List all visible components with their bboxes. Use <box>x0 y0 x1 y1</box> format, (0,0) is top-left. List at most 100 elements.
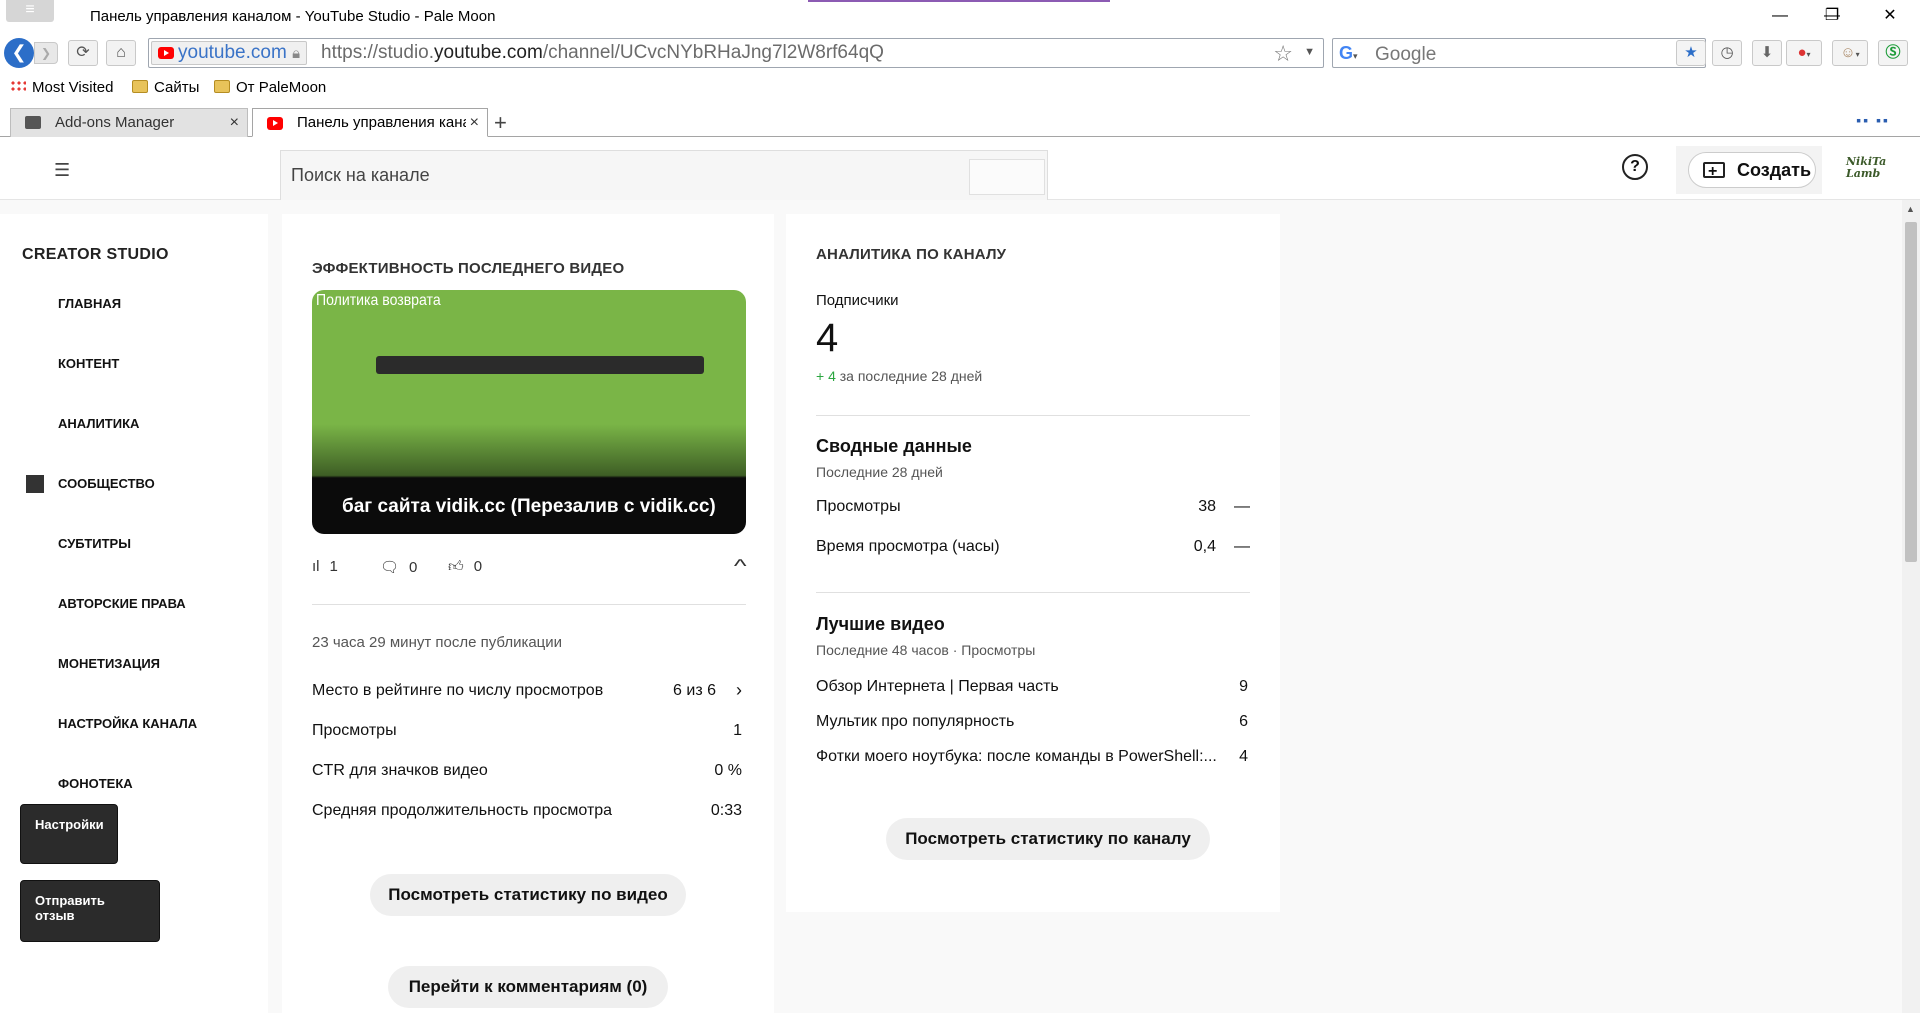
row-label: Просмотры <box>816 498 901 515</box>
google-logo-icon[interactable]: G▾ <box>1339 43 1358 64</box>
reload-icon: ⟳ <box>76 44 90 61</box>
go-to-comments-button[interactable]: Перейти к комментариям (0) <box>388 966 668 1008</box>
bookmark-folder-sites[interactable]: Сайты <box>132 79 199 96</box>
sidebar-item-monetization[interactable]: МОНЕТИЗАЦИЯ <box>58 656 160 671</box>
top-video-row[interactable]: Обзор Интернета | Первая часть 9 <box>816 678 1250 696</box>
bookmark-folder-palemoon[interactable]: От PaleMoon <box>214 79 326 96</box>
last-video-card-title: ЭФФЕКТИВНОСТЬ ПОСЛЕДНЕГО ВИДЕО <box>312 260 625 277</box>
sidebar-item-audio-library[interactable]: ФОНОТЕКА <box>58 776 133 791</box>
top-video-row[interactable]: Фотки моего ноутбука: после команды в Po… <box>816 748 1250 771</box>
forward-button[interactable]: ❯ <box>34 42 58 64</box>
reload-button[interactable]: ⟳ <box>68 40 98 66</box>
video-thumbnail[interactable]: Политика возврата баг сайта vidik.cc (Пе… <box>312 290 746 534</box>
sidebar-item-home[interactable]: ГЛАВНАЯ <box>58 296 121 311</box>
web-search-box[interactable]: G▾ Google ⌕ <box>1332 38 1706 68</box>
row-label: Время просмотра (часы) <box>816 538 1000 555</box>
last-video-card: ЭФФЕКТИВНОСТЬ ПОСЛЕДНЕГО ВИДЕО Политика … <box>282 214 774 1014</box>
top-videos-period: Последние 48 часов · Просмотры <box>816 642 1036 658</box>
sidebar-title: CREATOR STUDIO <box>22 246 169 263</box>
subscribers-count: 4 <box>816 316 839 360</box>
studio-page: ☰ Поиск на канале ? Создать NikiTa Lamb … <box>0 138 1920 1014</box>
site-identity-button[interactable]: youtube.com 🔒︎ <box>151 41 308 65</box>
folder-icon <box>214 80 230 93</box>
close-window-button[interactable]: ✕ <box>1870 4 1910 28</box>
home-button[interactable]: ⌂ <box>106 40 136 66</box>
bookmark-label: Most Visited <box>32 79 114 96</box>
window-title: Панель управления каналом - YouTube Stud… <box>90 8 496 25</box>
scroll-up-arrow-icon[interactable]: ▲ <box>1906 204 1915 214</box>
row-value: 0,4 <box>1193 538 1216 555</box>
views-row: Просмотры 1 <box>312 722 746 740</box>
close-tab-icon[interactable]: × <box>230 109 239 136</box>
row-value: 4 <box>1239 748 1248 765</box>
top-video-row[interactable]: Мультик про популярность 6 <box>816 713 1250 731</box>
help-icon[interactable]: ? <box>1622 154 1648 180</box>
chevron-right-icon[interactable]: › <box>736 680 742 701</box>
chevron-up-icon[interactable]: ^ <box>733 556 746 577</box>
video-stats-button[interactable]: Посмотреть статистику по видео <box>370 874 686 916</box>
sidebar-item-community[interactable]: СООБЩЕСТВО <box>58 476 155 491</box>
row-label: Обзор Интернета | Первая часть <box>816 678 1059 695</box>
sidebar-item-content[interactable]: КОНТЕНТ <box>58 356 119 371</box>
video-title: баг сайта vidik.cc (Перезалив с vidik.cc… <box>342 496 716 517</box>
bar-chart-icon: ıl <box>312 558 320 575</box>
bookmark-most-visited[interactable]: Most Visited <box>10 79 113 96</box>
addon-toggle-icon[interactable]: ●▾ <box>1786 40 1822 66</box>
bookmarks-star-icon[interactable]: ★ <box>1676 40 1706 66</box>
bookmark-label: От PaleMoon <box>236 79 327 96</box>
ranking-row[interactable]: Место в рейтинге по числу просмотров 6 и… <box>312 680 746 701</box>
ctr-row: CTR для значков видео 0 % <box>312 762 746 780</box>
web-search-placeholder: Google <box>1375 44 1437 65</box>
tab-groups-icon[interactable]: ▪▪ ▪▪ <box>1856 112 1890 128</box>
sidebar-item-subtitles[interactable]: СУБТИТРЫ <box>58 536 131 551</box>
addon-face-icon[interactable]: ☺▾ <box>1832 40 1868 66</box>
comment-icon: 🗨︎ <box>380 559 400 576</box>
channel-search-input[interactable]: Поиск на канале <box>280 150 1048 200</box>
bookmark-star-icon[interactable]: ☆ <box>1273 41 1293 67</box>
row-label: Мультик про популярность <box>816 713 1015 730</box>
summary-watchtime-row: Время просмотра (часы) 0,4 — <box>816 538 1250 556</box>
divider <box>816 415 1250 416</box>
url-dropdown-icon[interactable]: ▼ <box>1304 46 1315 58</box>
restore-window-button[interactable]: ❐ <box>1812 4 1852 28</box>
channel-avatar[interactable]: NikiTa Lamb <box>1846 156 1892 184</box>
youtube-favicon-icon <box>158 47 174 59</box>
address-bar[interactable]: youtube.com 🔒︎ https://studio.youtube.co… <box>148 38 1324 68</box>
divider <box>816 592 1250 593</box>
back-button[interactable]: ❮ <box>4 38 34 68</box>
channel-stats-button[interactable]: Посмотреть статистику по каналу <box>886 818 1210 860</box>
subscribers-delta-line: + 4 за последние 28 дней <box>816 368 982 384</box>
new-tab-plus-icon[interactable]: + <box>494 110 507 136</box>
summary-title: Сводные данные <box>816 436 972 456</box>
search-submit-area[interactable] <box>969 159 1045 195</box>
row-label: Фотки моего ноутбука: после команды в Po… <box>816 748 1217 765</box>
downloads-arrow-icon[interactable]: ⬇ <box>1752 40 1782 66</box>
page-scrollbar[interactable]: ▲ <box>1902 200 1920 1013</box>
minimize-window-button[interactable]: — <box>1760 4 1800 28</box>
sidebar-item-copyright[interactable]: АВТОРСКИЕ ПРАВА <box>58 596 186 611</box>
create-button-wrap: Создать <box>1676 146 1822 194</box>
tab-addons-manager[interactable]: Add-ons Manager × <box>10 108 248 137</box>
thumbs-up-icon: 👍︎ <box>448 558 464 575</box>
app-menu-button[interactable]: ≡ <box>6 0 54 22</box>
row-label: Просмотры <box>312 722 397 739</box>
addon-s-icon[interactable]: Ⓢ <box>1878 40 1908 66</box>
send-feedback-button[interactable]: Отправить отзыв <box>20 880 160 942</box>
settings-button[interactable]: Настройки <box>20 804 118 864</box>
hamburger-menu-icon[interactable]: ☰ <box>54 160 70 181</box>
video-add-icon <box>1703 155 1725 189</box>
scrollbar-thumb[interactable] <box>1905 222 1917 562</box>
row-label: Средняя продолжительность просмотра <box>312 802 613 819</box>
sidebar-item-analytics[interactable]: АНАЛИТИКА <box>58 416 139 431</box>
create-button[interactable]: Создать <box>1688 152 1816 189</box>
tab-strip: Add-ons Manager × Панель управления кана… <box>0 104 1920 137</box>
top-videos-title: Лучшие видео <box>816 614 945 634</box>
sidebar-item-channel-settings[interactable]: НАСТРОЙКА КАНАЛА <box>58 716 197 731</box>
bookmarks-toolbar: Most Visited Сайты От PaleMoon <box>0 76 1920 102</box>
folder-icon <box>132 80 148 93</box>
history-clock-icon[interactable]: ◷ <box>1712 40 1742 66</box>
tab-label: Add-ons Manager <box>55 114 175 131</box>
tab-studio[interactable]: Панель управления кана × <box>252 108 488 137</box>
close-tab-icon[interactable]: × <box>465 109 479 136</box>
url-text[interactable]: https://studio.youtube.com/channel/UCvcN… <box>321 42 884 64</box>
